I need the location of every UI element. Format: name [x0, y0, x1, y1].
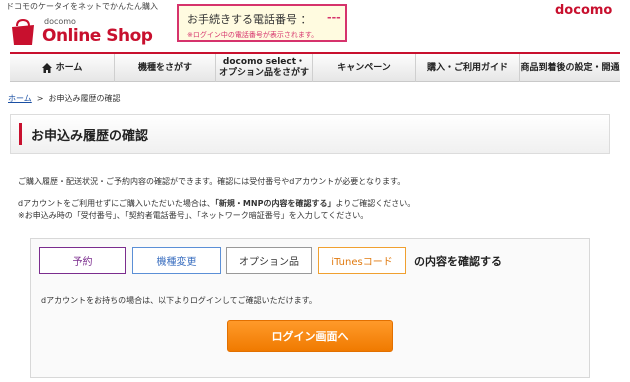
tab-option[interactable]: オプション品: [226, 247, 312, 274]
phone-box-title: お手続きする電話番号 ：: [187, 13, 312, 26]
login-button[interactable]: ログイン画面へ: [227, 320, 393, 352]
confirm-panel: 予約 機種変更 オプション品 iTunesコード の内容を確認する dアカウント…: [30, 238, 590, 378]
logo-small-text: docomo: [44, 17, 76, 26]
tagline: ドコモのケータイをネットでかんたん購入: [6, 2, 158, 11]
nav-label-campaign: キャンペーン: [337, 62, 391, 73]
nav-item-find-device[interactable]: 機種をさがす: [115, 54, 216, 82]
nav-label-docomo-select-2: オプション品をさがす: [218, 68, 309, 78]
page-title-box: お申込み履歴の確認: [10, 114, 610, 154]
nav-label-setup: 商品到着後の設定・開通: [520, 62, 620, 73]
login-note: dアカウントをお持ちの場合は、以下よりログインしてご確認いただけます。: [41, 296, 317, 305]
phone-number-box: お手続きする電話番号 ： --- ※ログイン中の電話番号が表示されます。: [177, 4, 347, 42]
nav-label-docomo-select-1: docomo select・: [222, 57, 306, 67]
nav-label-find-device: 機種をさがす: [137, 62, 192, 73]
breadcrumb: ホーム > お申込み履歴の確認: [8, 93, 120, 104]
docomo-brand-logo[interactable]: docomo: [555, 3, 612, 18]
desc2-post: よりご確認ください。: [335, 199, 416, 208]
nav-label-guide: 購入・ご利用ガイド: [426, 62, 508, 73]
nav-item-setup[interactable]: 商品到着後の設定・開通: [520, 54, 620, 82]
nav-item-campaign[interactable]: キャンペーン: [313, 54, 416, 82]
page-title: お申込み履歴の確認: [31, 129, 149, 144]
tab-reserve[interactable]: 予約: [39, 247, 126, 274]
breadcrumb-separator: >: [36, 94, 44, 103]
breadcrumb-current: お申込み履歴の確認: [48, 94, 121, 103]
description-text-2: dアカウントをご利用せずにご購入いただいた場合は、「新規・MNPの内容を確認する…: [18, 198, 415, 209]
title-accent-bar: [19, 123, 22, 145]
tab-itunes-code[interactable]: iTunesコード: [318, 247, 406, 274]
logo-big-text: Online Shop: [42, 26, 153, 46]
global-nav: ホーム 機種をさがす docomo select・ オプション品をさがす キャン…: [10, 52, 620, 82]
shopping-bag-icon: [12, 18, 34, 45]
desc2-bold: 「新規・MNPの内容を確認する」: [214, 199, 336, 208]
nav-label-home: ホーム: [55, 62, 83, 73]
nav-item-guide[interactable]: 購入・ご利用ガイド: [416, 54, 520, 82]
phone-box-note: ※ログイン中の電話番号が表示されます。: [187, 31, 319, 39]
tab-device-change[interactable]: 機種変更: [132, 247, 221, 274]
desc2-pre: dアカウントをご利用せずにご購入いただいた場合は、: [18, 199, 215, 208]
breadcrumb-home-link[interactable]: ホーム: [8, 94, 32, 103]
description-text-3: ※お申込み時の「受付番号」、「契約者電話番号」、「ネットワーク暗証番号」を入力し…: [18, 211, 369, 220]
nav-item-home[interactable]: ホーム: [10, 54, 115, 82]
description-text-1: ご購入履歴・配送状況・ご予約内容の確認ができます。確認には受付番号やdアカウント…: [18, 177, 406, 186]
phone-box-value: ---: [327, 11, 341, 24]
nav-item-docomo-select[interactable]: docomo select・ オプション品をさがす: [216, 54, 313, 82]
panel-suffix-text: の内容を確認する: [414, 255, 502, 268]
home-icon: [41, 63, 52, 73]
online-shop-logo[interactable]: docomo Online Shop: [8, 14, 168, 48]
